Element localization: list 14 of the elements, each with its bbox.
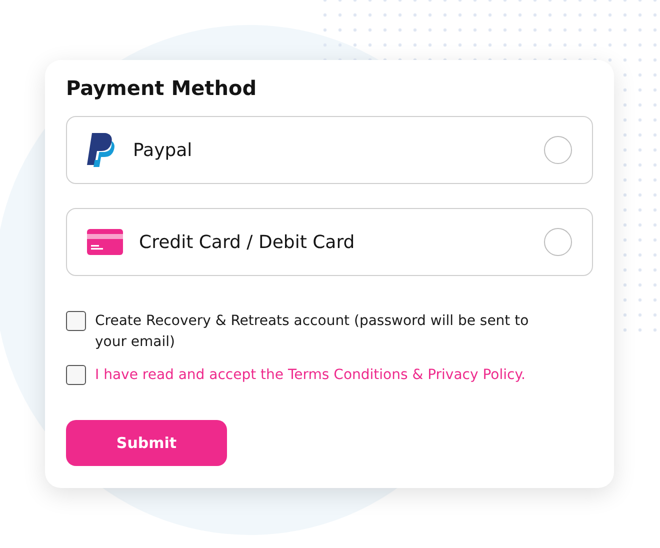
- checkbox[interactable]: [66, 365, 86, 385]
- radio-button[interactable]: [544, 136, 572, 164]
- checkbox-label: Create Recovery & Retreats account (password will be sent to your email): [95, 312, 530, 352]
- payment-option[interactable]: Credit Card / Debit Card: [66, 208, 593, 276]
- paypal-logo-icon: [87, 133, 117, 167]
- section-title: Payment Method: [66, 76, 258, 100]
- payment-option[interactable]: Paypal: [66, 116, 593, 184]
- radio-button[interactable]: [544, 228, 572, 256]
- checkbox[interactable]: [66, 311, 86, 331]
- credit-card-icon: [87, 229, 123, 255]
- submit-button[interactable]: Submit: [66, 420, 227, 466]
- option-label: Credit Card / Debit Card: [139, 232, 356, 252]
- terms-link[interactable]: I have read and accept the Terms Conditions & Privacy Policy.: [95, 365, 526, 386]
- option-label: Paypal: [133, 140, 194, 160]
